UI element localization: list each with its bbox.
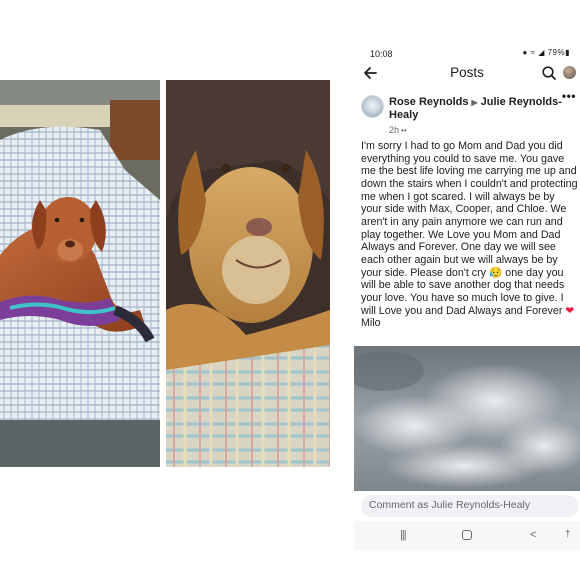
sad-emoji: 😥 [488, 266, 503, 279]
post-header: Rose Reynolds ▶ Julie Reynolds-Healy 2h •• … [354, 89, 580, 137]
photo-red-dog-on-bed [0, 80, 160, 467]
android-nav-bar: ||| < † [354, 521, 580, 550]
more-options-icon[interactable]: ••• [562, 89, 576, 103]
status-time: 10:08 [370, 49, 393, 59]
post-text-body: I'm sorry I had to go Mom and Dad you di… [361, 140, 578, 279]
home-icon[interactable] [462, 530, 472, 540]
friends-audience-icon: •• [401, 126, 407, 135]
post-author-line: Rose Reynolds ▶ Julie Reynolds-Healy [389, 96, 569, 122]
arrow-right-icon: ▶ [471, 98, 478, 107]
heart-emoji: ❤ [565, 304, 575, 317]
search-icon[interactable] [541, 65, 557, 81]
accessibility-icon[interactable]: † [565, 528, 571, 542]
back-chevron-icon[interactable]: < [530, 528, 536, 542]
post-signoff: Milo [361, 317, 381, 330]
facebook-post-screenshot: 10:08 ● ≈ ◢ 79%▮ Posts Rose Reynolds ▶ Jul… [354, 43, 580, 550]
author-name[interactable]: Rose Reynolds [389, 96, 468, 108]
photo-golden-dog-closeup [166, 80, 330, 467]
comment-input[interactable]: Comment as Julie Reynolds-Healy [361, 495, 579, 517]
post-time[interactable]: 2h [389, 125, 399, 135]
top-bar: Posts [354, 63, 580, 85]
post-text: I'm sorry I had to go Mom and Dad you di… [361, 140, 578, 330]
status-bar: 10:08 ● ≈ ◢ 79%▮ [354, 43, 580, 63]
profile-avatar[interactable] [563, 66, 576, 79]
status-icons: ● ≈ ◢ 79%▮ [522, 48, 570, 57]
post-image-clouds[interactable] [354, 346, 580, 491]
post-meta: 2h •• [389, 125, 407, 135]
recent-apps-icon[interactable]: ||| [400, 528, 407, 542]
author-avatar[interactable] [361, 95, 384, 118]
